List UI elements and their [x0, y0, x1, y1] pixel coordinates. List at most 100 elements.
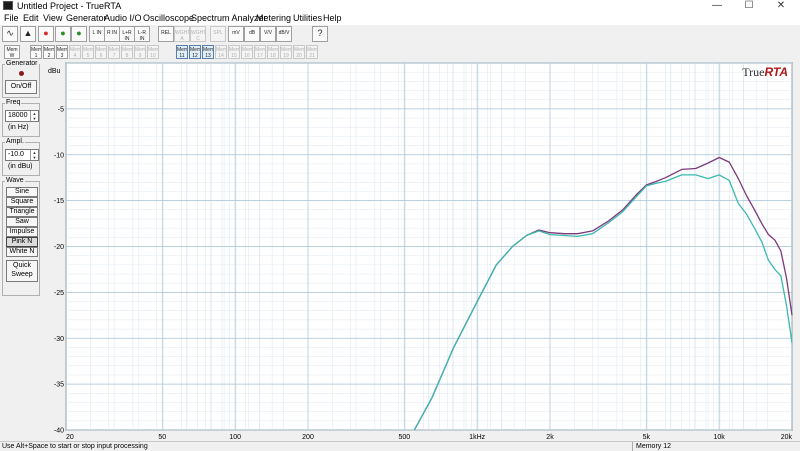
x-tick-label: 100: [229, 434, 241, 441]
help-pointer-icon[interactable]: ?: [312, 26, 328, 42]
scope-icon[interactable]: ∿: [2, 26, 18, 42]
memory-button-19[interactable]: Mem 19: [280, 45, 292, 59]
menu-utilities[interactable]: Utilities: [293, 12, 322, 25]
menu-oscilloscope[interactable]: Oscilloscope: [143, 12, 194, 25]
memory-button-20[interactable]: Mem 20: [293, 45, 305, 59]
wave-triangle-button[interactable]: Triangle: [6, 207, 38, 217]
ampl-value: -10.0: [8, 151, 24, 158]
memory-button-label: Mem 19: [281, 47, 292, 59]
toolbar-button-spl[interactable]: SPL: [210, 26, 226, 42]
toolbar-button-mv[interactable]: mV: [228, 26, 244, 42]
memory-button-label: Mem 15: [229, 47, 240, 59]
y-tick-label: -30: [54, 336, 64, 343]
x-tick-label: 2k: [546, 434, 554, 441]
x-tick-label: 50: [158, 434, 166, 441]
freq-input[interactable]: 18000 ▲ ▼: [5, 110, 39, 122]
toolbar-button-db[interactable]: dB: [244, 26, 260, 42]
menu-help[interactable]: Help: [323, 12, 342, 25]
memory-button-label: Mem 2: [44, 47, 55, 59]
y-tick-label: -15: [54, 198, 64, 205]
memory-button-10[interactable]: Mem 10: [147, 45, 159, 59]
spectrum-icon[interactable]: ▲: [20, 26, 36, 42]
toolbar-button-v-v[interactable]: V/V: [260, 26, 276, 42]
ampl-group: Ampl. -10.0 ▲ ▼ (in dBu): [2, 137, 40, 176]
record-icon[interactable]: ●: [38, 26, 54, 42]
wave-pink-noise-button[interactable]: Pink N: [6, 237, 38, 247]
memory-button-3[interactable]: Mem 3: [56, 45, 68, 59]
memory-button-7[interactable]: Mem 7: [108, 45, 120, 59]
memory-button-1[interactable]: Mem 1: [30, 45, 42, 59]
memory-button-label: Mem 11: [177, 47, 188, 59]
wave-group: Wave Sine Square Triangle Saw Impulse Pi…: [2, 176, 40, 296]
go-icon[interactable]: ●: [71, 26, 87, 42]
toolbar-button-rel[interactable]: REL: [158, 26, 174, 42]
ampl-spinner-icon[interactable]: ▲ ▼: [30, 150, 38, 160]
memory-button-w[interactable]: Mem W: [4, 45, 20, 59]
main-toolbar: ∿ ▲ ● ● ● L IN R IN L+R IN L-R IN REL WGHT A WGHT C…: [0, 25, 800, 45]
memory-button-9[interactable]: Mem 9: [134, 45, 146, 59]
menu-metering[interactable]: Metering: [256, 12, 291, 25]
toolbar-button-label: mV: [232, 30, 240, 36]
toolbar-button-label: L IN: [92, 30, 102, 36]
toolbar-button-label: L+R IN: [122, 30, 132, 42]
ampl-input[interactable]: -10.0 ▲ ▼: [5, 149, 39, 161]
memory-button-label: Mem 16: [242, 47, 253, 59]
toolbar-button-l-in[interactable]: L IN: [89, 26, 105, 42]
memory-button-11[interactable]: Mem 11: [176, 45, 188, 59]
toolbar-button-label: V/V: [263, 30, 273, 36]
memory-button-4[interactable]: Mem 4: [69, 45, 81, 59]
toolbar-button-r-in[interactable]: R IN: [104, 26, 120, 42]
maximize-button[interactable]: ☐: [734, 0, 764, 12]
memory-button-label: Mem 20: [294, 47, 305, 59]
memory-button-17[interactable]: Mem 17: [254, 45, 266, 59]
help-pointer-icon-glyph: ?: [317, 28, 323, 38]
memory-button-8[interactable]: Mem 8: [121, 45, 133, 59]
x-tick-label: 200: [302, 434, 314, 441]
memory-button-16[interactable]: Mem 16: [241, 45, 253, 59]
toolbar-button-wght-c[interactable]: WGHT C: [190, 26, 206, 42]
memory-button-13[interactable]: Mem 13: [202, 45, 214, 59]
memory-button-14[interactable]: Mem 14: [215, 45, 227, 59]
memory-button-label: Mem 7: [109, 47, 120, 59]
menu-view[interactable]: View: [43, 12, 62, 25]
memory-button-21[interactable]: Mem 21: [306, 45, 318, 59]
memory-button-label: Mem 8: [122, 47, 133, 59]
memory-button-label: Mem 5: [83, 47, 94, 59]
memory-button-label: Mem 12: [190, 47, 201, 59]
wave-square-button[interactable]: Square: [6, 197, 38, 207]
memory-button-18[interactable]: Mem 18: [267, 45, 279, 59]
y-tick-label: -20: [54, 244, 64, 251]
minimize-button[interactable]: —: [702, 0, 732, 12]
menu-edit[interactable]: Edit: [23, 12, 39, 25]
stop-icon[interactable]: ●: [55, 26, 71, 42]
toolbar-button-l-r-in[interactable]: L+R IN: [119, 26, 135, 42]
memory-button-label: Mem 1: [31, 47, 42, 59]
menu-file[interactable]: File: [4, 12, 19, 25]
wave-sine-button[interactable]: Sine: [6, 187, 38, 197]
toolbar-button-db-v[interactable]: dB/V: [276, 26, 292, 42]
memory-button-label: Mem 4: [70, 47, 81, 59]
memory-button-12[interactable]: Mem 12: [189, 45, 201, 59]
wave-white-noise-button[interactable]: White N: [6, 247, 38, 257]
menu-generator[interactable]: Generator: [66, 12, 107, 25]
close-button[interactable]: ✕: [766, 0, 796, 12]
memory-button-2[interactable]: Mem 2: [43, 45, 55, 59]
wave-saw-button[interactable]: Saw: [6, 217, 38, 227]
memory-button-6[interactable]: Mem 6: [95, 45, 107, 59]
memory-button-15[interactable]: Mem 15: [228, 45, 240, 59]
menu-audio-io[interactable]: Audio I/O: [104, 12, 142, 25]
spectrum-plot: -5 -10 -15 -20 -25 -30 -35 -40 20 50 100 200 500 1kH…: [42, 61, 800, 441]
quick-sweep-button[interactable]: Quick Sweep: [6, 260, 38, 282]
toolbar-button-label: WGHT A: [175, 30, 190, 42]
generator-onoff-button[interactable]: On/Off: [5, 80, 37, 94]
memory-button-5[interactable]: Mem 5: [82, 45, 94, 59]
freq-value: 18000: [8, 112, 28, 119]
wave-impulse-button[interactable]: Impulse: [6, 227, 38, 237]
toolbar-button-label: dB: [248, 30, 256, 36]
freq-spinner-icon[interactable]: ▲ ▼: [30, 111, 38, 121]
go-icon-glyph: ●: [76, 28, 82, 38]
toolbar-button-wght-a[interactable]: WGHT A: [174, 26, 190, 42]
toolbar-button-l-r-in[interactable]: L-R IN: [134, 26, 150, 42]
generator-group: Generator On/Off: [2, 59, 40, 98]
logo-true: True: [742, 65, 764, 79]
